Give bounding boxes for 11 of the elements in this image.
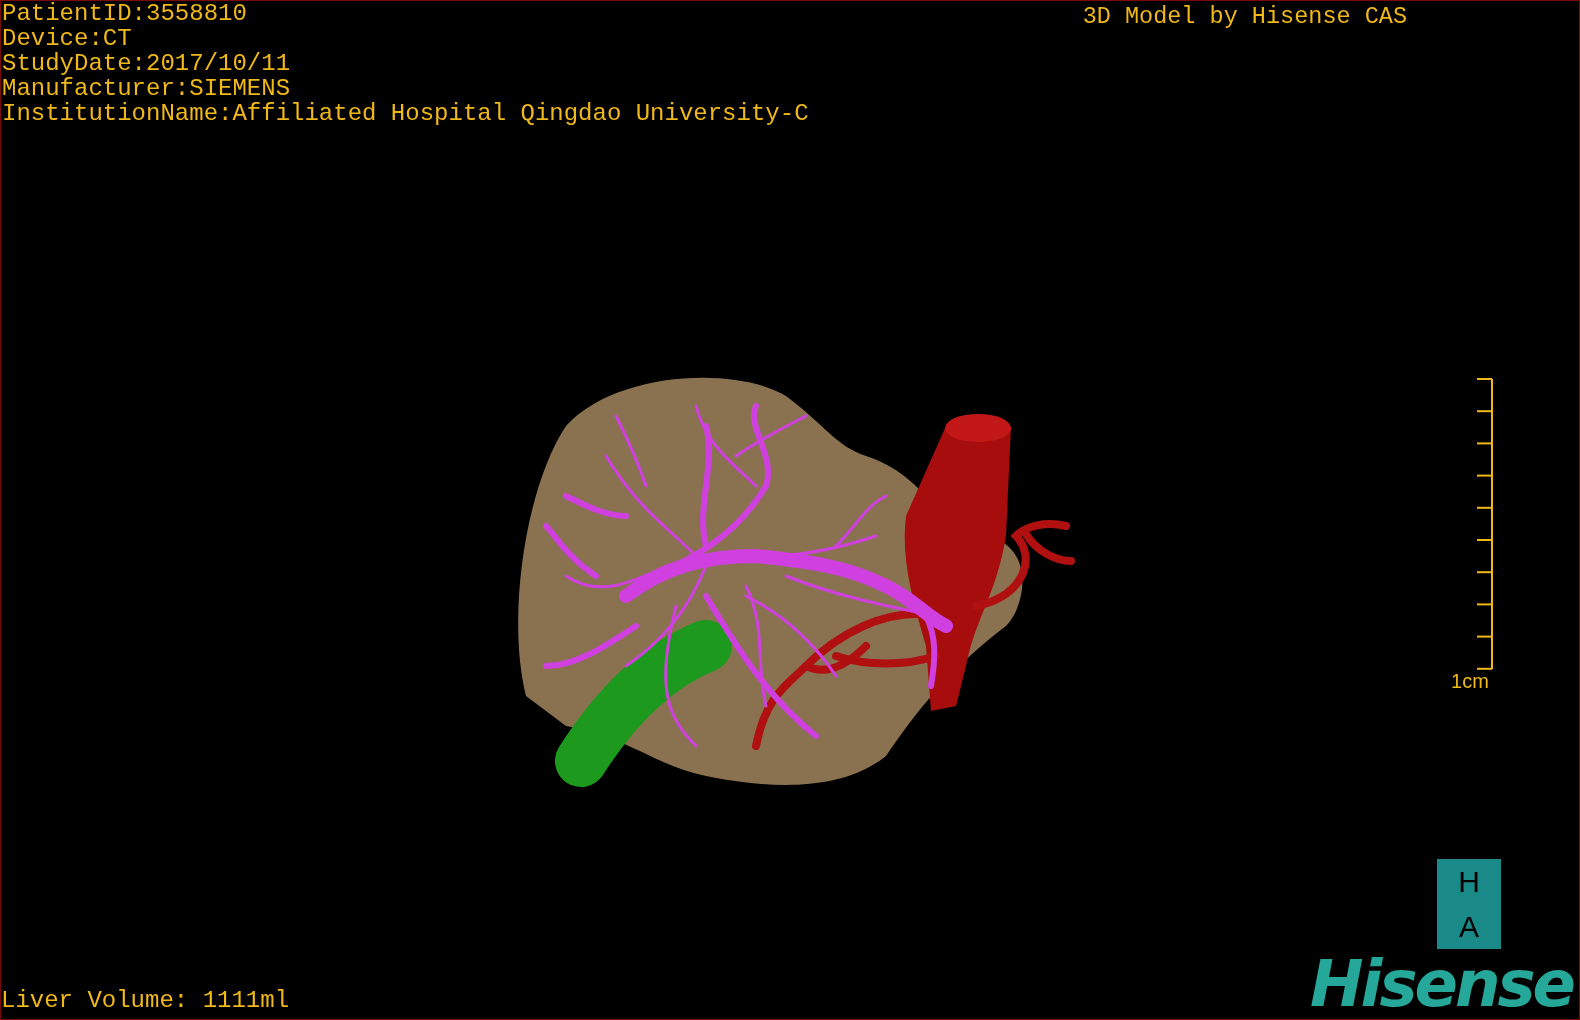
- patient-info-line: Device:CT: [2, 26, 133, 51]
- liver-volume: Liver Volume: 1111ml: [1, 988, 290, 1013]
- logo-letter: H: [1458, 865, 1480, 898]
- scale-bar-label: 1cm: [1451, 670, 1489, 692]
- patient-info-line: StudyDate:2017/10/11: [2, 51, 292, 76]
- patient-info-line: InstitutionName:Affiliated Hospital Qingdao University-C: [2, 101, 809, 126]
- logo-wordmark: Hisense: [1309, 949, 1573, 1019]
- patient-info-line: Manufacturer:SIEMENS: [2, 76, 292, 101]
- logo-letter: A: [1459, 910, 1479, 943]
- patient-info-line: PatientID:3558810: [2, 1, 248, 26]
- viewer-title: 3D Model by Hisense CAS: [1082, 4, 1407, 29]
